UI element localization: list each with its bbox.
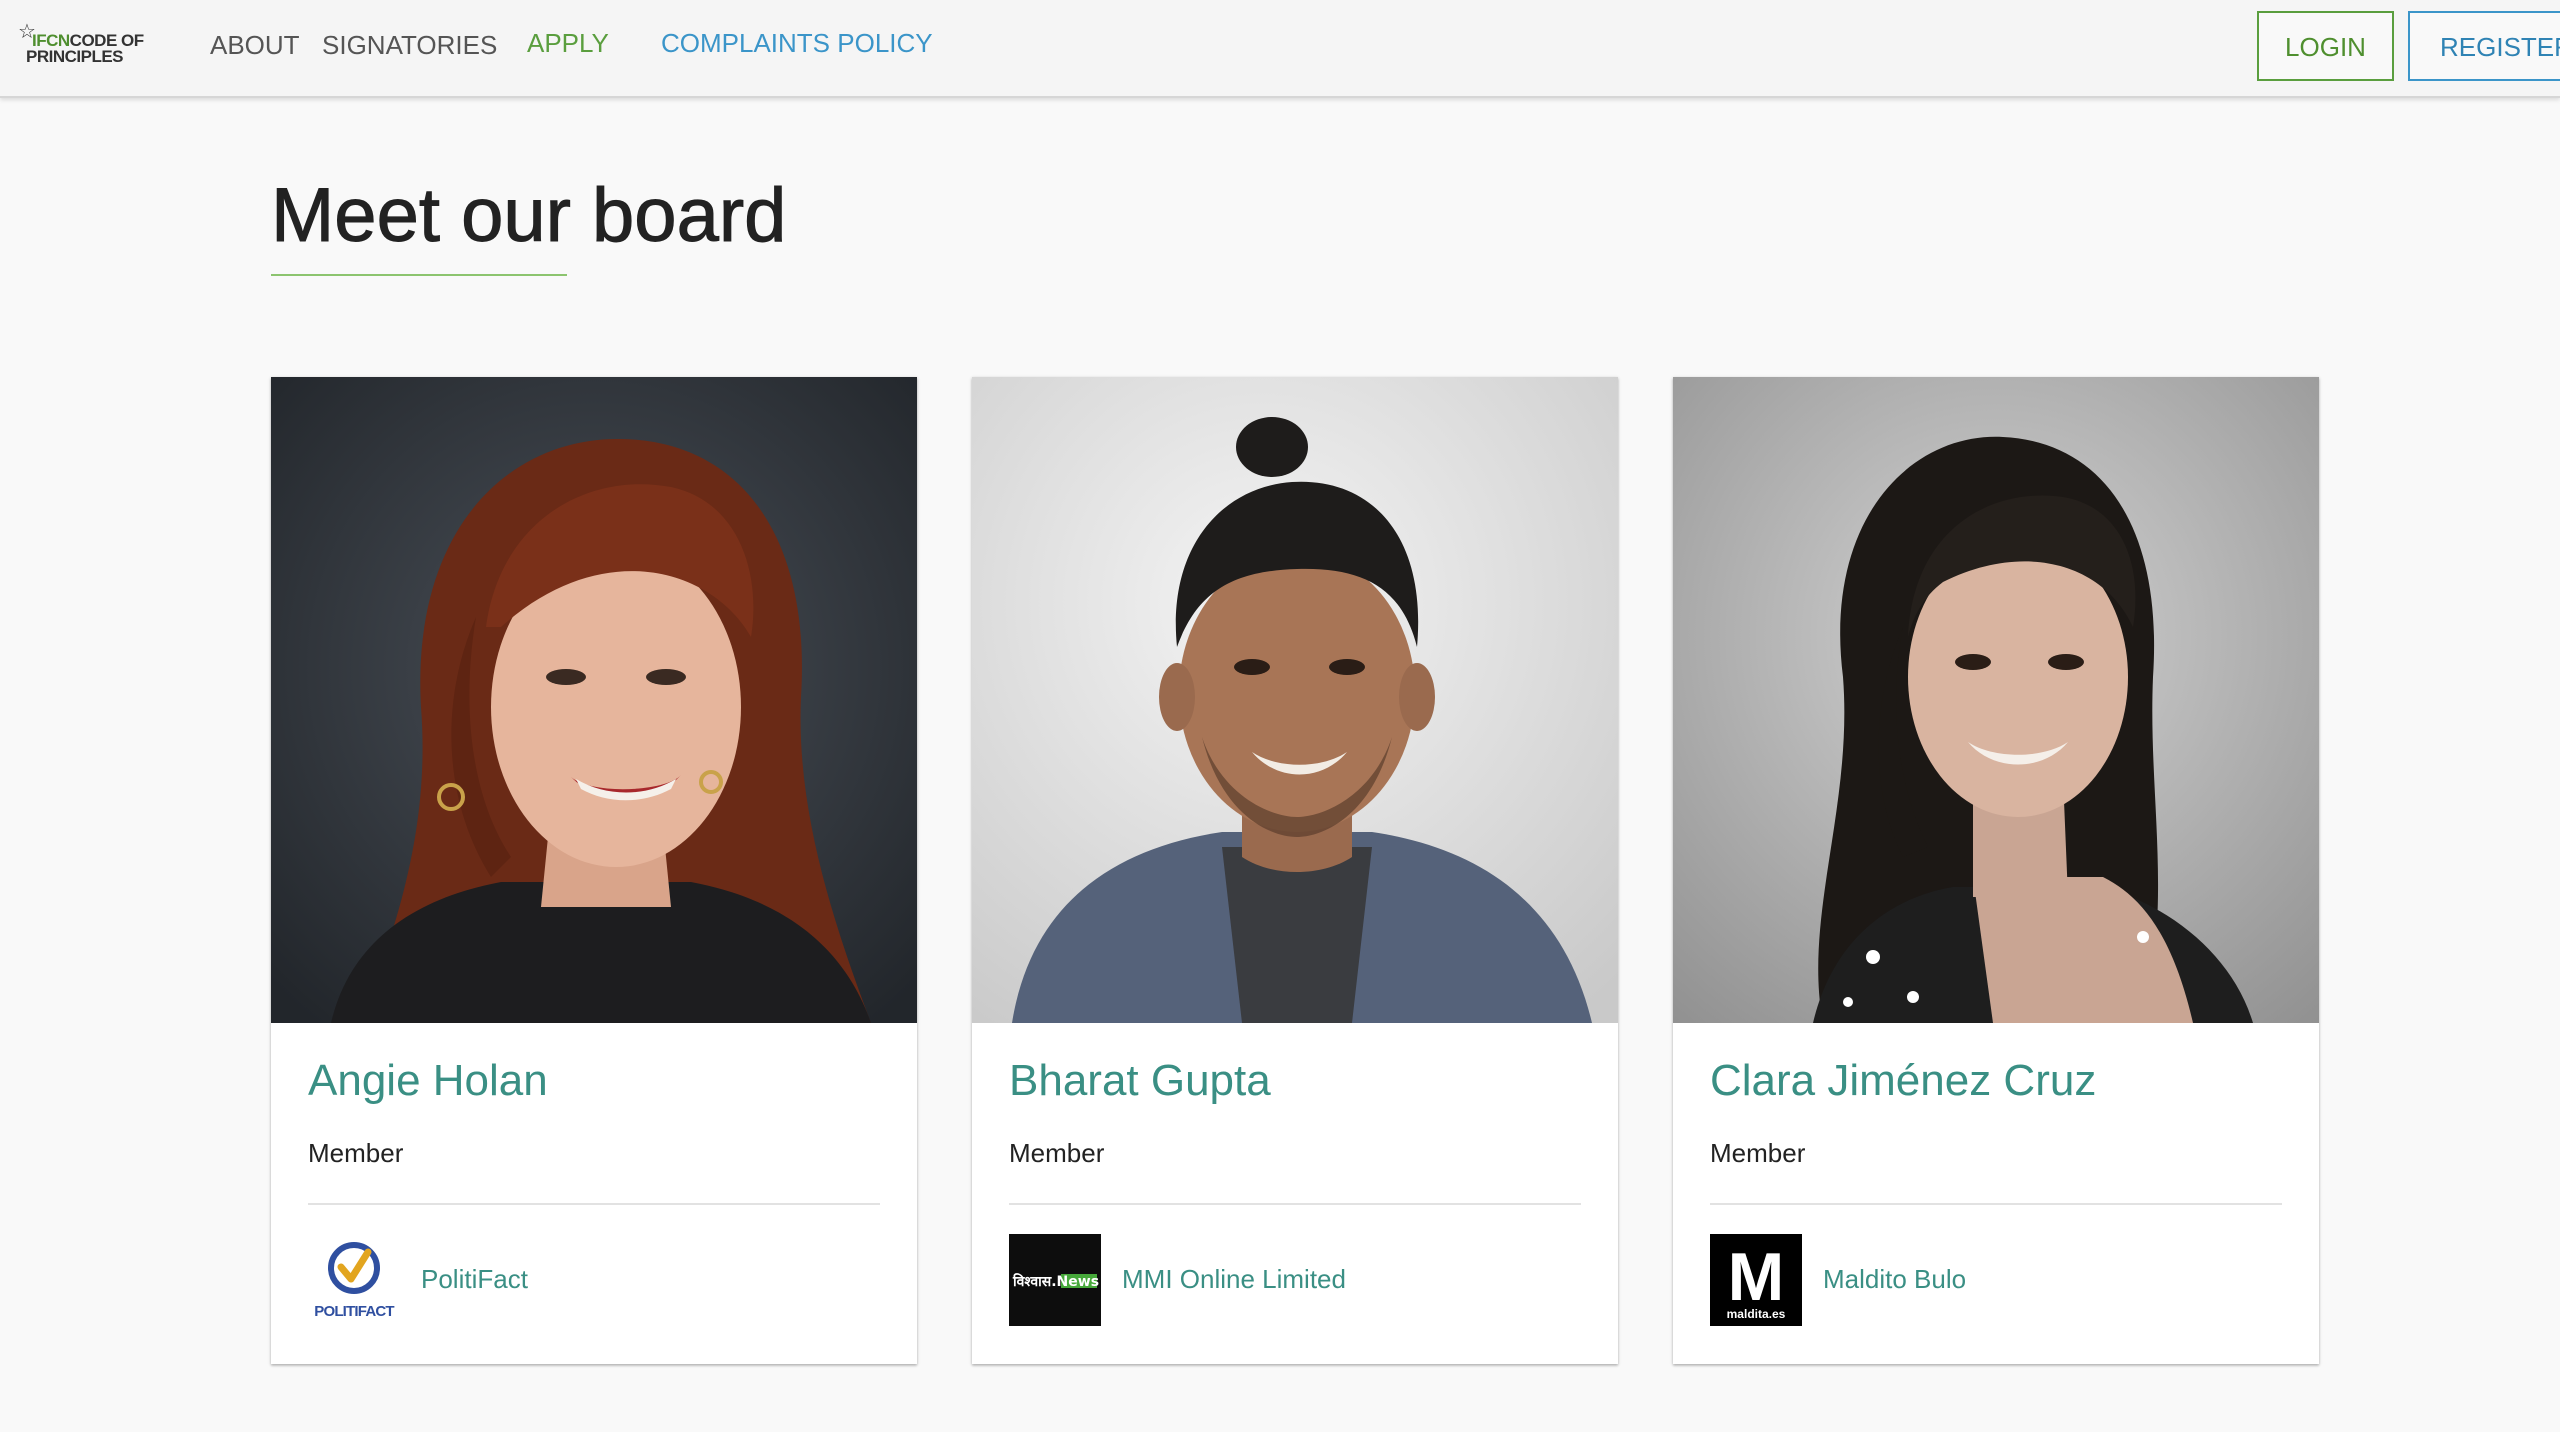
member-role: Member	[1710, 1138, 1806, 1168]
top-navbar: ☆ IFCNCODE OF PRINCIPLES ABOUT SIGNATORI…	[0, 0, 2560, 98]
nav-about-link[interactable]: ABOUT	[210, 28, 300, 62]
politifact-logo[interactable]: POLITIFACT	[308, 1234, 400, 1326]
member-name[interactable]: Angie Holan	[308, 1053, 548, 1109]
vishvas-news-logo[interactable]: विश्वास.News	[1009, 1234, 1101, 1326]
member-photo	[1673, 377, 2319, 1023]
member-photo	[972, 377, 1618, 1023]
nav-apply-link[interactable]: APPLY	[527, 26, 609, 60]
maldita-logo[interactable]: M maldita.es	[1710, 1234, 1802, 1326]
vishvas-news-logo-text: विश्वास.News	[1012, 1273, 1099, 1290]
member-organization-link[interactable]: Maldito Bulo	[1823, 1262, 1966, 1296]
member-organization-link[interactable]: PolitiFact	[421, 1262, 528, 1296]
page-title: Meet our board	[270, 173, 787, 259]
member-role: Member	[308, 1138, 404, 1168]
title-underline	[271, 274, 567, 276]
member-role: Member	[1009, 1138, 1105, 1168]
svg-text:M: M	[1728, 1239, 1785, 1315]
logo-line2: PRINCIPLES	[26, 47, 124, 66]
board-member-card: Clara Jiménez Cruz Member M maldita.es M…	[1673, 377, 2319, 1364]
politifact-logo-text: POLITIFACT	[314, 1303, 394, 1320]
nav-complaints-policy-link[interactable]: COMPLAINTS POLICY	[661, 26, 933, 60]
card-divider	[308, 1203, 880, 1205]
login-button[interactable]: LOGIN	[2257, 11, 2394, 81]
member-name[interactable]: Clara Jiménez Cruz	[1710, 1053, 2096, 1109]
board-member-card: Bharat Gupta Member विश्वास.News MMI Onl…	[972, 377, 1618, 1364]
maldita-logo-text: maldita.es	[1727, 1307, 1786, 1321]
card-divider	[1710, 1203, 2282, 1205]
ifcn-logo[interactable]: ☆ IFCNCODE OF PRINCIPLES	[18, 22, 148, 72]
register-button[interactable]: REGISTER	[2408, 11, 2560, 81]
member-name[interactable]: Bharat Gupta	[1009, 1053, 1271, 1109]
board-member-card: Angie Holan Member POLITIFACT PolitiFact	[271, 377, 917, 1364]
member-organization-link[interactable]: MMI Online Limited	[1122, 1262, 1346, 1296]
member-photo	[271, 377, 917, 1023]
nav-signatories-link[interactable]: SIGNATORIES	[322, 28, 497, 62]
card-divider	[1009, 1203, 1581, 1205]
